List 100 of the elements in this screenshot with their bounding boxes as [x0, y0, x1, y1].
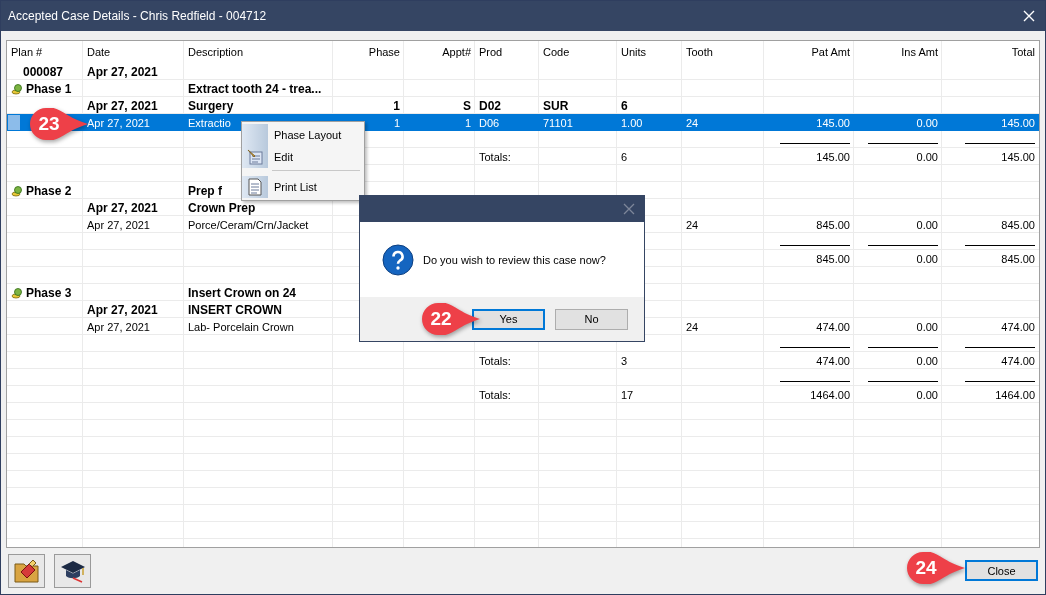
graduation-cap-button[interactable]: [54, 554, 91, 588]
table-cell: 145.00: [816, 150, 850, 163]
table-cell: Totals:: [479, 150, 511, 163]
row-marker: [8, 115, 20, 130]
table-cell: 0.00: [916, 116, 938, 129]
document-icon: [248, 178, 262, 196]
column-header: Plan #: [11, 46, 43, 58]
column-header: Total: [1011, 46, 1035, 58]
column-header: Tooth: [686, 46, 713, 58]
table-cell: Extractio: [188, 116, 231, 129]
table-cell: 1: [393, 116, 400, 129]
sum-rule: [965, 143, 1035, 144]
table-cell: 474.00: [1001, 354, 1035, 367]
step-callout: 22: [421, 302, 481, 336]
column-header: Description: [188, 46, 244, 58]
sum-rule: [965, 347, 1035, 348]
table-cell: Phase 1: [26, 81, 72, 96]
sum-rule: [780, 347, 850, 348]
table-cell: INSERT CROWN: [188, 302, 282, 317]
table-cell: 0.00: [916, 218, 938, 231]
sum-rule: [965, 381, 1035, 382]
no-button[interactable]: No: [555, 308, 628, 330]
column-header: Code: [543, 46, 570, 58]
table-cell: 17: [621, 388, 634, 401]
table-cell: 1464.00: [810, 388, 850, 401]
coins-icon: [11, 184, 23, 197]
table-cell: 1: [464, 116, 471, 129]
table-cell: 1.00: [621, 116, 643, 129]
sum-rule: [868, 381, 938, 382]
sum-rule: [780, 245, 850, 246]
table-cell: D06: [479, 116, 500, 129]
menu-item[interactable]: Edit: [242, 146, 364, 168]
table-cell: Apr 27, 2021: [87, 302, 158, 317]
table-cell: 000087: [23, 64, 64, 79]
table-cell: 0.00: [916, 388, 938, 401]
folder-pencil-icon: [12, 558, 41, 584]
table-cell: Surgery: [188, 98, 234, 113]
menu-item[interactable]: Print List: [242, 176, 364, 198]
table-cell: 24: [686, 116, 699, 129]
table-cell: D02: [479, 98, 501, 113]
table-cell: 145.00: [1001, 116, 1035, 129]
sum-rule: [780, 381, 850, 382]
table-cell: 145.00: [816, 116, 850, 129]
window-title: Accepted Case Details - Chris Redfield - 004712: [8, 9, 267, 23]
column-header: Pat Amt: [811, 46, 850, 58]
table-cell: SUR: [543, 98, 569, 113]
sum-rule: [965, 245, 1035, 246]
sum-rule: [868, 143, 938, 144]
table-cell: 6: [621, 150, 628, 163]
question-icon: [382, 243, 414, 276]
table-cell: 0.00: [916, 252, 938, 265]
table-cell: 24: [686, 218, 699, 231]
column-header: Date: [87, 46, 111, 58]
table-cell: Prep f: [188, 183, 222, 198]
table-cell: 0.00: [916, 354, 938, 367]
sum-rule: [868, 245, 938, 246]
table-cell: 474.00: [1001, 320, 1035, 333]
table-cell: Apr 27, 2021: [87, 200, 158, 215]
table-cell: Apr 27, 2021: [87, 64, 158, 79]
table-cell: Apr 27, 2021: [87, 218, 150, 231]
close-button[interactable]: Close: [965, 560, 1038, 581]
yes-button[interactable]: Yes: [472, 308, 545, 330]
table-cell: 145.00: [1001, 150, 1035, 163]
table-cell: Apr 27, 2021: [87, 320, 150, 333]
table-cell: 6: [621, 98, 628, 113]
table-cell: Totals:: [479, 388, 511, 401]
sum-rule: [780, 143, 850, 144]
table-cell: 24: [686, 320, 699, 333]
folder-pencil-button[interactable]: [8, 554, 45, 588]
table-cell: Porce/Ceram/Crn/Jacket: [188, 218, 309, 231]
table-cell: Crown Prep: [188, 200, 256, 215]
table-cell: 474.00: [816, 354, 850, 367]
sum-rule: [868, 347, 938, 348]
table-cell: 1464.00: [995, 388, 1035, 401]
table-cell: Phase 3: [26, 285, 72, 300]
table-cell: 1: [393, 98, 400, 113]
table-cell: 0.00: [916, 150, 938, 163]
column-header: Ins Amt: [901, 46, 938, 58]
table-cell: S: [463, 98, 471, 113]
table-cell: Extract tooth 24 - trea...: [188, 81, 322, 96]
step-callout: 24: [906, 551, 966, 585]
coins-icon: [11, 286, 23, 299]
column-header: Prod: [479, 46, 503, 58]
pencil-note-icon: [247, 149, 263, 165]
table-cell: 845.00: [1001, 218, 1035, 231]
table-cell: 845.00: [1001, 252, 1035, 265]
column-header: Appt#: [442, 46, 471, 58]
column-header: Phase: [368, 46, 400, 58]
table-cell: 0.00: [916, 320, 938, 333]
table-cell: Lab- Porcelain Crown: [188, 320, 294, 333]
table-cell: Apr 27, 2021: [87, 98, 158, 113]
table-cell: 845.00: [816, 252, 850, 265]
table-cell: Apr 27, 2021: [87, 116, 150, 129]
table-cell: Totals:: [479, 354, 511, 367]
table-cell: Insert Crown on 24: [188, 285, 297, 300]
column-header: Units: [621, 46, 647, 58]
dialog-message: Do you wish to review this case now?: [423, 253, 606, 266]
table-cell: 845.00: [816, 218, 850, 231]
table-cell: 71101: [543, 116, 573, 129]
table-cell: Phase 2: [26, 183, 72, 198]
